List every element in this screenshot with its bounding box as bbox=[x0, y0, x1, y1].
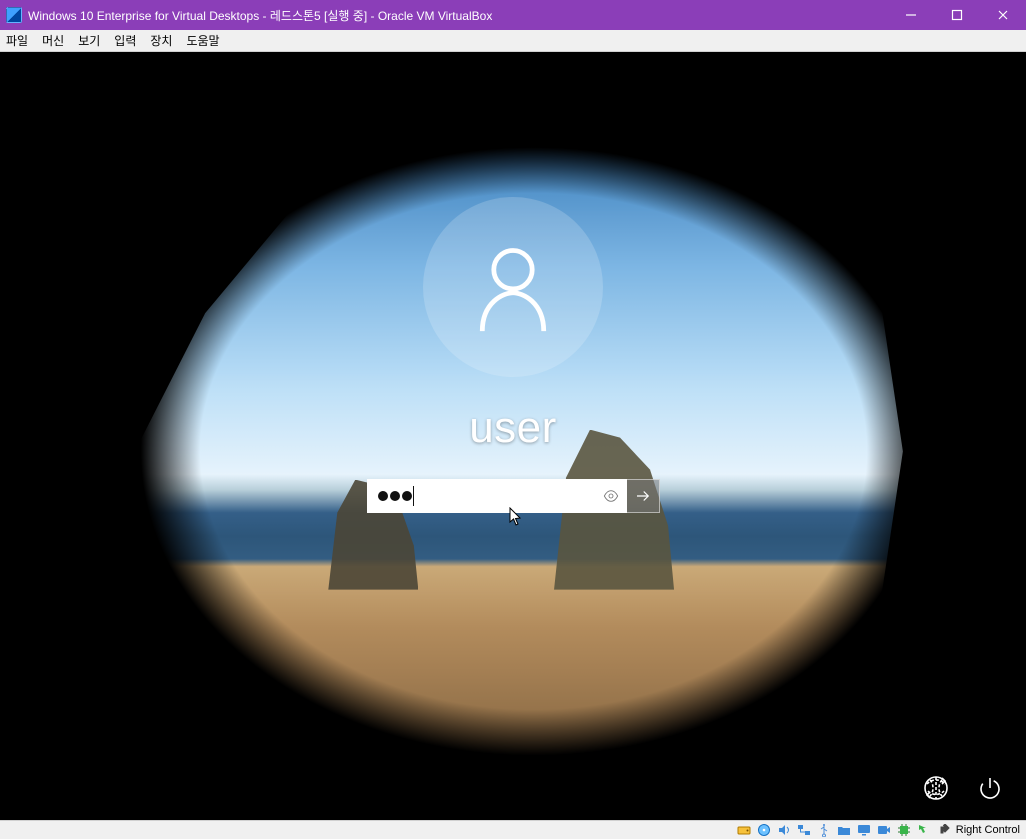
host-key-indicator-icon bbox=[936, 822, 952, 838]
virtualbox-logo-icon bbox=[6, 7, 22, 23]
shared-folder-icon[interactable] bbox=[836, 822, 852, 838]
login-panel: user bbox=[0, 52, 1026, 820]
network-icon[interactable] bbox=[796, 822, 812, 838]
menu-input[interactable]: 입력 bbox=[114, 32, 136, 49]
maximize-button[interactable] bbox=[934, 0, 980, 30]
guest-display[interactable]: user bbox=[0, 52, 1026, 820]
password-row bbox=[367, 479, 660, 513]
vb-statusbar: Right Control bbox=[0, 820, 1026, 839]
menu-file[interactable]: 파일 bbox=[6, 32, 28, 49]
network-button[interactable] bbox=[922, 774, 950, 802]
display-icon[interactable] bbox=[856, 822, 872, 838]
user-avatar-icon bbox=[423, 197, 603, 377]
lockscreen-controls bbox=[922, 774, 1004, 802]
username-label: user bbox=[469, 403, 557, 453]
menu-devices[interactable]: 장치 bbox=[150, 32, 172, 49]
hard-disk-icon[interactable] bbox=[736, 822, 752, 838]
menu-view[interactable]: 보기 bbox=[78, 32, 100, 49]
mouse-integration-icon[interactable] bbox=[916, 822, 932, 838]
password-mask bbox=[378, 491, 412, 501]
audio-icon[interactable] bbox=[776, 822, 792, 838]
usb-icon[interactable] bbox=[816, 822, 832, 838]
power-button[interactable] bbox=[976, 774, 1004, 802]
vb-titlebar: Windows 10 Enterprise for Virtual Deskto… bbox=[0, 0, 1026, 30]
vb-menubar: 파일 머신 보기 입력 장치 도움말 bbox=[0, 30, 1026, 52]
menu-machine[interactable]: 머신 bbox=[42, 32, 64, 49]
cpu-icon[interactable] bbox=[896, 822, 912, 838]
password-field[interactable] bbox=[367, 479, 627, 513]
minimize-button[interactable] bbox=[888, 0, 934, 30]
menu-help[interactable]: 도움말 bbox=[186, 32, 219, 49]
optical-drive-icon[interactable] bbox=[756, 822, 772, 838]
submit-button[interactable] bbox=[626, 479, 660, 513]
text-caret-icon bbox=[413, 486, 414, 506]
recording-icon[interactable] bbox=[876, 822, 892, 838]
reveal-password-button[interactable] bbox=[602, 487, 620, 505]
close-button[interactable] bbox=[980, 0, 1026, 30]
window-title: Windows 10 Enterprise for Virtual Deskto… bbox=[28, 7, 492, 24]
host-key-label: Right Control bbox=[956, 824, 1020, 836]
